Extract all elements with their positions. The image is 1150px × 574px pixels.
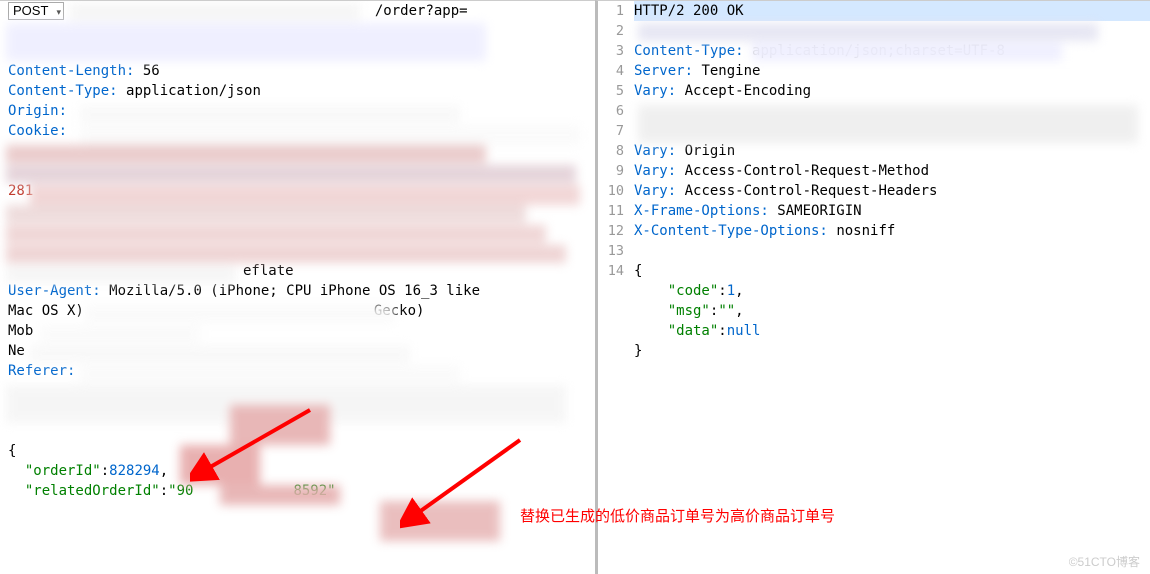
header-val: Accept-Encoding bbox=[685, 83, 811, 99]
response-status: HTTP/2 200 OK bbox=[634, 3, 744, 19]
header-key: Vary: bbox=[634, 183, 676, 199]
header-val: 56 bbox=[143, 63, 160, 79]
header-val: application/json bbox=[126, 83, 261, 99]
json-brace: { bbox=[634, 263, 642, 279]
watermark: ©51CTO博客 bbox=[1069, 553, 1140, 570]
header-val: Access-Control-Request-Method bbox=[685, 163, 929, 179]
header-key: Content-Length: bbox=[8, 63, 134, 79]
annotation-arrow-2 bbox=[400, 430, 530, 530]
line-gutter: 1 2 3 4 5 6 7 8 9 10 11 12 13 14 bbox=[598, 1, 632, 281]
header-key: Content-Type: bbox=[634, 43, 744, 59]
header-key: X-Frame-Options: bbox=[634, 203, 769, 219]
header-val: Origin bbox=[685, 143, 736, 159]
method-dropdown[interactable]: POST bbox=[8, 2, 64, 20]
header-val: Mozilla/5.0 (iPhone; CPU iPhone OS 16_3 … bbox=[109, 283, 480, 299]
json-val: null bbox=[727, 323, 761, 339]
partial-text: Mob bbox=[8, 323, 33, 339]
header-key: Referer: bbox=[8, 363, 75, 379]
header-key: Vary: bbox=[634, 163, 676, 179]
url-text: /order?app= bbox=[375, 3, 468, 19]
json-key: "msg" bbox=[668, 303, 710, 319]
json-brace: } bbox=[634, 343, 642, 359]
header-key: Content-Type: bbox=[8, 83, 118, 99]
partial-text: 281 bbox=[8, 183, 33, 199]
json-key: "data" bbox=[668, 323, 719, 339]
header-key: User-Agent: bbox=[8, 283, 101, 299]
json-key: "relatedOrderId" bbox=[25, 483, 160, 499]
header-key: Origin: bbox=[8, 103, 67, 119]
json-key: "code" bbox=[668, 283, 719, 299]
header-val: SAMEORIGIN bbox=[777, 203, 861, 219]
json-val: 1 bbox=[727, 283, 735, 299]
header-val: Tengine bbox=[701, 63, 760, 79]
response-pane: 1 2 3 4 5 6 7 8 9 10 11 12 13 14 HTTP/2 … bbox=[595, 0, 1150, 574]
header-key: X-Content-Type-Options: bbox=[634, 223, 828, 239]
json-val: 828294 bbox=[109, 463, 160, 479]
json-brace: { bbox=[8, 443, 16, 459]
header-key: Vary: bbox=[634, 143, 676, 159]
encoding-fragment: eflate bbox=[243, 263, 294, 279]
header-key: Cookie: bbox=[8, 123, 67, 139]
header-val: Gecko) bbox=[374, 303, 425, 319]
header-val: nosniff bbox=[836, 223, 895, 239]
header-val: Mac OS X) bbox=[8, 303, 84, 319]
request-line: POST /order?app= bbox=[8, 1, 595, 21]
header-key: Vary: bbox=[634, 83, 676, 99]
header-key: Server: bbox=[634, 63, 693, 79]
json-val: "" bbox=[718, 303, 735, 319]
header-val: Access-Control-Request-Headers bbox=[685, 183, 938, 199]
annotation-text: 替换已生成的低价商品订单号为高价商品订单号 bbox=[520, 505, 835, 526]
annotation-arrow-1 bbox=[190, 400, 320, 490]
partial-text: Ne bbox=[8, 343, 25, 359]
json-key: "orderId" bbox=[25, 463, 101, 479]
